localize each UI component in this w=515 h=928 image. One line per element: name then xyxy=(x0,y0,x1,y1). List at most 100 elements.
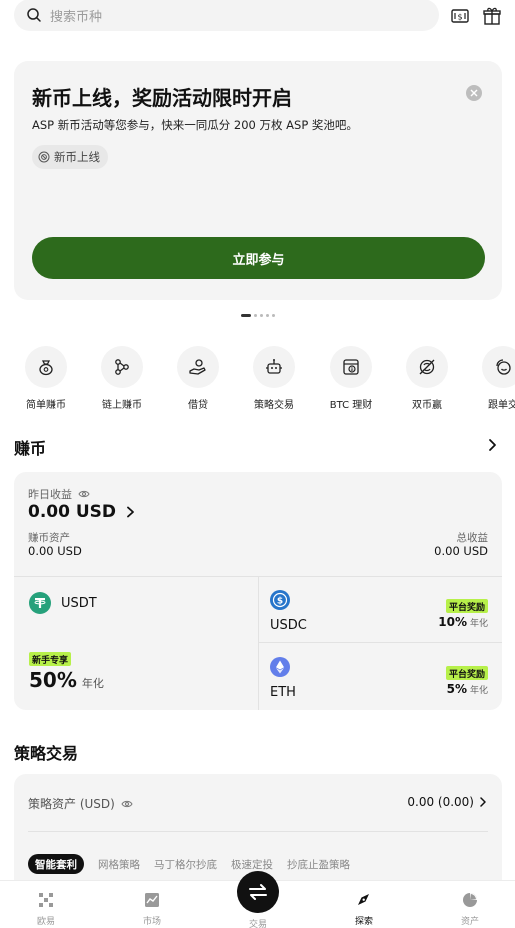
quick-action-label: BTC 理财 xyxy=(329,400,373,410)
usdc-product[interactable]: $ USDC xyxy=(270,590,307,633)
strategy-assets-value[interactable]: 0.00 (0.00) xyxy=(407,795,488,809)
banner-tag-label: 新币上线 xyxy=(54,150,100,164)
quick-action-label: 策略交易 xyxy=(254,400,294,410)
strategy-assets-text: 策略资产 (USD) xyxy=(28,797,115,811)
top-bar: 搜索币种 $ xyxy=(14,0,505,32)
usdt-product[interactable]: USDT xyxy=(29,592,97,614)
eth-reward: 平台奖励 5% 年化 xyxy=(445,666,488,696)
nav-label: 资产 xyxy=(460,917,479,927)
search-icon xyxy=(27,8,41,22)
page-dot[interactable] xyxy=(260,314,263,317)
eth-name: ETH xyxy=(270,685,296,700)
quick-action-simple-earn[interactable]: 简单赚币 xyxy=(8,346,84,410)
quick-action-loan[interactable]: 借贷 xyxy=(160,346,236,410)
nav-label: 欧易 xyxy=(36,917,55,927)
tab-martingale[interactable]: 马丁格尔抄底 xyxy=(154,857,217,872)
earn-assets-value: 0.00 USD xyxy=(28,544,82,558)
total-earnings-value: 0.00 USD xyxy=(434,544,488,558)
total-earnings-label: 总收益 xyxy=(456,532,489,544)
banner-description: ASP 新币活动等您参与，快来一同瓜分 200 万枚 ASP 奖池吧。 xyxy=(32,118,358,132)
nav-label: 市场 xyxy=(142,917,161,927)
eth-rate-unit: 年化 xyxy=(469,686,488,696)
tab-dip-take-profit[interactable]: 抄底止盈策略 xyxy=(287,857,350,872)
eth-product[interactable]: ETH xyxy=(270,657,296,700)
chevron-right-icon xyxy=(127,506,134,518)
usdt-rate-unit: 年化 xyxy=(81,677,104,690)
rewards-icon[interactable]: $ xyxy=(449,5,471,27)
swap-arrows-icon xyxy=(249,884,267,900)
quick-action-label: 简单赚币 xyxy=(26,400,66,410)
close-icon[interactable] xyxy=(466,85,482,101)
yesterday-earnings-text: 昨日收益 xyxy=(28,488,72,501)
eye-icon[interactable] xyxy=(121,798,133,810)
strategy-assets-amount: 0.00 (0.00) xyxy=(407,795,474,809)
page-dot[interactable] xyxy=(241,314,251,317)
promo-banner: 新币上线，奖励活动限时开启 ASP 新币活动等您参与，快来一同瓜分 200 万枚… xyxy=(14,61,502,300)
nav-item-market[interactable]: 市场 xyxy=(122,891,182,927)
quick-action-label: 跟单交 xyxy=(488,400,515,410)
quick-actions: 简单赚币 链上赚币 借贷 策略交易 B BTC 理财 双币赢 跟单交 xyxy=(0,346,515,410)
chevron-right-icon xyxy=(480,797,486,807)
yesterday-earnings-label: 昨日收益 xyxy=(28,486,90,502)
bottom-nav: 欧易 市场 交易 探索 资产 xyxy=(0,871,515,928)
quick-action-label: 链上赚币 xyxy=(102,400,142,410)
money-bag-icon xyxy=(39,360,53,376)
usdc-rate-unit: 年化 xyxy=(469,619,488,629)
dual-coin-icon xyxy=(419,359,435,375)
okx-logo-icon xyxy=(39,893,53,907)
chevron-right-icon[interactable] xyxy=(485,438,499,452)
banner-title: 新币上线，奖励活动限时开启 xyxy=(32,86,292,110)
quick-action-onchain-earn[interactable]: 链上赚币 xyxy=(84,346,160,410)
nav-label: 交易 xyxy=(248,920,267,928)
usdc-rate-value: 10% xyxy=(438,615,467,629)
page-dot[interactable] xyxy=(266,314,269,317)
yesterday-earnings-amount: 0.00 USD xyxy=(28,502,117,522)
usdt-rate: 50% 年化 xyxy=(29,668,104,692)
btc-safe-icon: B xyxy=(343,359,359,375)
gift-icon[interactable] xyxy=(481,5,503,27)
banner-pagination xyxy=(241,314,275,317)
page-dot[interactable] xyxy=(254,314,257,317)
usdc-reward: 平台奖励 10% 年化 xyxy=(438,599,488,629)
divider xyxy=(259,642,502,643)
platform-reward-badge: 平台奖励 xyxy=(445,666,488,680)
banner-tag: 新币上线 xyxy=(32,145,108,169)
quick-action-label: 双币赢 xyxy=(412,400,442,410)
quick-action-btc-finance[interactable]: B BTC 理财 xyxy=(313,346,389,410)
compass-icon xyxy=(358,894,369,905)
eth-rate-value: 5% xyxy=(446,682,467,696)
quick-action-label: 借贷 xyxy=(188,400,208,410)
tab-grid-strategy[interactable]: 网格策略 xyxy=(98,857,140,872)
robot-icon xyxy=(266,359,282,374)
platform-reward-badge: 平台奖励 xyxy=(445,599,488,613)
new-coin-icon xyxy=(38,151,50,163)
divider xyxy=(258,576,259,710)
yesterday-earnings-value[interactable]: 0.00 USD xyxy=(28,502,136,522)
usdc-name: USDC xyxy=(270,618,307,633)
tab-quick-dca[interactable]: 极速定投 xyxy=(231,857,273,872)
strategy-tabs: 智能套利 网格策略 马丁格尔抄底 极速定投 抄底止盈策略 xyxy=(28,854,364,874)
nav-item-okx[interactable]: 欧易 xyxy=(16,891,76,927)
quick-action-dual-invest[interactable]: 双币赢 xyxy=(389,346,465,410)
nav-item-assets[interactable]: 资产 xyxy=(440,891,500,927)
nav-item-explore[interactable]: 探索 xyxy=(334,891,394,927)
page-dot[interactable] xyxy=(272,314,275,317)
earn-section-title: 赚币 xyxy=(14,439,47,458)
svg-text:B: B xyxy=(350,367,353,373)
usdc-icon: $ xyxy=(270,590,290,610)
search-placeholder: 搜索币种 xyxy=(50,9,103,25)
quick-action-copy-trade[interactable]: 跟单交 xyxy=(465,346,515,410)
search-input[interactable]: 搜索币种 xyxy=(14,0,439,31)
chain-nodes-icon xyxy=(115,359,129,375)
usdt-icon xyxy=(29,592,51,614)
svg-text:$: $ xyxy=(457,13,462,22)
trade-button[interactable] xyxy=(237,871,279,913)
nav-label: 探索 xyxy=(354,917,373,927)
quick-action-strategy-trading[interactable]: 策略交易 xyxy=(236,346,312,410)
eye-icon[interactable] xyxy=(78,488,90,500)
strategy-assets-label: 策略资产 (USD) xyxy=(28,795,133,812)
tab-smart-arbitrage[interactable]: 智能套利 xyxy=(28,854,84,874)
join-now-button[interactable]: 立即参与 xyxy=(32,237,485,279)
eth-icon xyxy=(270,657,290,677)
earn-assets-label: 赚币资产 xyxy=(28,532,70,544)
